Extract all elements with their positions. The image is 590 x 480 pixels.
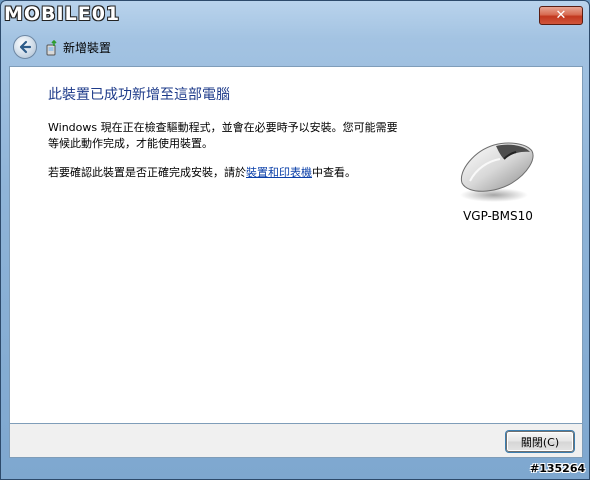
- footer-bar: 關閉(C): [9, 424, 583, 458]
- back-button[interactable]: [13, 35, 37, 59]
- driver-info-text: Windows 現在正在檢查驅動程式，並會在必要時予以安裝。您可能需要等候此動作…: [48, 121, 398, 150]
- page-title: 此裝置已成功新增至這部電腦: [48, 87, 230, 103]
- check-install-text-after: 中查看。: [312, 166, 356, 179]
- mouse-icon: [460, 142, 534, 202]
- window-title: 新增裝置: [63, 41, 112, 55]
- content-panel: 此裝置已成功新增至這部電腦 Windows 現在正在檢查驅動程式，並會在必要時予…: [9, 66, 583, 424]
- back-arrow-icon: [19, 40, 32, 54]
- dialog-window: MOBILE01 ✕ 新增裝置 此裝置已成功新增至這部電腦 Windows 現在…: [0, 0, 590, 480]
- nav-bar: 新增裝置: [9, 33, 583, 63]
- close-button[interactable]: 關閉(C): [506, 431, 574, 452]
- device-name: VGP-BMS10: [463, 209, 533, 223]
- check-install-text-before: 若要確認此裝置是否正確完成安裝，請於: [48, 166, 246, 179]
- check-install-text: 若要確認此裝置是否正確完成安裝，請於裝置和印表機中查看。: [48, 165, 356, 181]
- mobile01-logo: MOBILE01: [4, 3, 121, 25]
- watermark-id: #135264: [530, 462, 586, 475]
- window-close-button[interactable]: ✕: [539, 6, 583, 25]
- devices-printers-link[interactable]: 裝置和印表機: [246, 166, 312, 179]
- add-device-icon: [46, 40, 57, 56]
